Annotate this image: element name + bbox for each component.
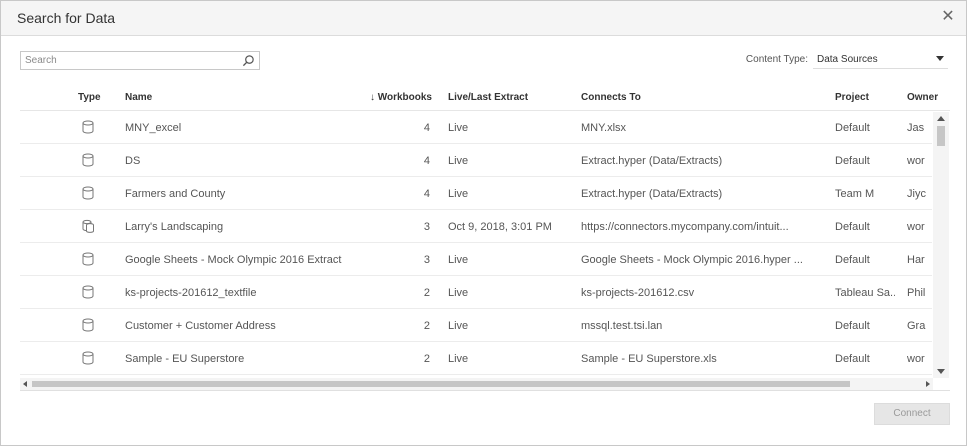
cell-project: Default [835,353,870,365]
table-row[interactable]: Sample - EU Superstore 2 Live Sample - EU S… [20,343,932,375]
vertical-scrollbar[interactable] [933,112,949,378]
cell-connects-to: Extract.hyper (Data/Extracts) [581,155,723,167]
cell-name: Farmers and County [125,188,226,200]
cell-name: Google Sheets - Mock Olympic 2016 Extrac… [125,254,342,266]
cell-workbooks: 3 [423,254,430,266]
cell-live-last-extract: Live [448,353,469,365]
cylinder-icon [80,317,96,333]
cell-live-last-extract: Live [448,155,469,167]
chevron-down-icon [936,56,944,61]
table-row[interactable]: ks-projects-201612_textfile 2 Live ks-proje… [20,277,932,309]
cell-live-last-extract: Live [448,122,469,134]
table-row[interactable]: Customer + Customer Address 2 Live mssql.te… [20,310,932,342]
cell-live-last-extract: Live [448,287,469,299]
table-row[interactable]: Farmers and County 4 Live Extract.hyper (Da… [20,178,932,210]
column-header-workbooks-label: Workbooks [377,92,432,103]
table-row[interactable]: Larry's Landscaping 3 Oct 9, 2018, 3:01 PM… [20,211,932,243]
cell-live-last-extract: Oct 9, 2018, 3:01 PM [448,221,552,233]
cell-workbooks: 4 [423,122,430,134]
cell-name: ks-projects-201612_textfile [125,287,257,299]
cell-connects-to: Sample - EU Superstore.xls [581,353,717,365]
cell-live-last-extract: Live [448,188,469,200]
cell-project: Team M [835,188,875,200]
cell-workbooks: 2 [423,353,430,365]
search-icon[interactable] [242,54,255,67]
sort-descending-icon: ↓ [369,92,375,103]
cell-owner: wor [907,221,925,233]
cell-live-last-extract: Live [448,254,469,266]
cell-name: Customer + Customer Address [125,320,276,332]
column-header-name[interactable]: Name [125,92,152,103]
cell-name: DS [125,155,141,167]
search-for-data-dialog: Search for Data ✕ Content Type: Data Sou… [0,0,967,446]
cell-workbooks: 4 [423,188,430,200]
title-bar: Search for Data ✕ [1,1,966,36]
cell-project: Default [835,221,870,233]
column-header-live-last-extract[interactable]: Live/Last Extract [448,92,528,103]
cylinder-icon [80,350,96,366]
scroll-up-icon[interactable] [937,116,945,121]
column-header-owner[interactable]: Owner [907,92,938,103]
cell-owner: Har [907,254,925,266]
column-header-workbooks[interactable]: ↓ Workbooks [362,92,432,103]
cell-project: Default [835,155,870,167]
scroll-right-icon[interactable] [926,381,930,387]
table-row[interactable]: Google Sheets - Mock Olympic 2016 Extrac… [20,244,932,276]
cell-project: Default [835,320,870,332]
content-type-dropdown[interactable]: Data Sources [813,51,948,69]
cell-name: Sample - EU Superstore [125,353,245,365]
cylinder-multi-icon [80,218,96,234]
scroll-left-icon[interactable] [23,381,27,387]
cell-connects-to: https://connectors.mycompany.com/intuit.… [581,221,789,233]
cell-connects-to: Extract.hyper (Data/Extracts) [581,188,723,200]
cell-name: Larry's Landscaping [125,221,224,233]
cell-connects-to: mssql.test.tsi.lan [581,320,663,332]
column-header-connects-to[interactable]: Connects To [581,92,641,103]
cell-owner: Phil [907,287,926,299]
connect-button[interactable]: Connect [874,403,950,425]
cell-owner: wor [907,353,925,365]
content-type-label: Content Type: [745,54,808,65]
cylinder-icon [80,119,96,135]
cell-owner: Jas [907,122,925,134]
table-header: Type Name ↓ Workbooks Live/Last Extract … [20,82,950,111]
cylinder-icon [80,152,96,168]
cell-workbooks: 2 [423,320,430,332]
scroll-down-icon[interactable] [937,369,945,374]
dialog-title: Search for Data [17,10,116,26]
close-icon[interactable]: ✕ [940,9,956,25]
table-body: MNY_excel 4 Live MNY.xlsx Default Jas DS 4 Live E… [20,112,932,378]
data-sources-table: Type Name ↓ Workbooks Live/Last Extract … [20,82,950,391]
cylinder-icon [80,251,96,267]
horizontal-scrollbar[interactable] [20,378,933,390]
cell-owner: wor [907,155,925,167]
cell-project: Default [835,122,870,134]
cell-workbooks: 3 [423,221,430,233]
search-box[interactable] [20,51,260,70]
cell-project: Default [835,254,870,266]
cell-owner: Jiyc [907,188,926,200]
cell-workbooks: 4 [423,155,430,167]
cell-name: MNY_excel [125,122,182,134]
cell-workbooks: 2 [423,287,430,299]
column-header-project[interactable]: Project [835,92,869,103]
search-input[interactable] [25,53,235,68]
cell-live-last-extract: Live [448,320,469,332]
vertical-scroll-thumb[interactable] [937,126,945,146]
cell-connects-to: MNY.xlsx [581,122,627,134]
column-header-type[interactable]: Type [78,92,101,103]
cell-owner: Gra [907,320,926,332]
cell-connects-to: ks-projects-201612.csv [581,287,695,299]
content-type-value: Data Sources [817,54,878,65]
cell-project: Tableau Sa... [835,287,895,299]
table-row[interactable]: DS 4 Live Extract.hyper (Data/Extracts) Defa… [20,145,932,177]
cylinder-icon [80,284,96,300]
table-row[interactable]: MNY_excel 4 Live MNY.xlsx Default Jas [20,112,932,144]
horizontal-scroll-thumb[interactable] [32,381,850,387]
cell-connects-to: Google Sheets - Mock Olympic 2016.hyper … [581,254,803,266]
cylinder-icon [80,185,96,201]
